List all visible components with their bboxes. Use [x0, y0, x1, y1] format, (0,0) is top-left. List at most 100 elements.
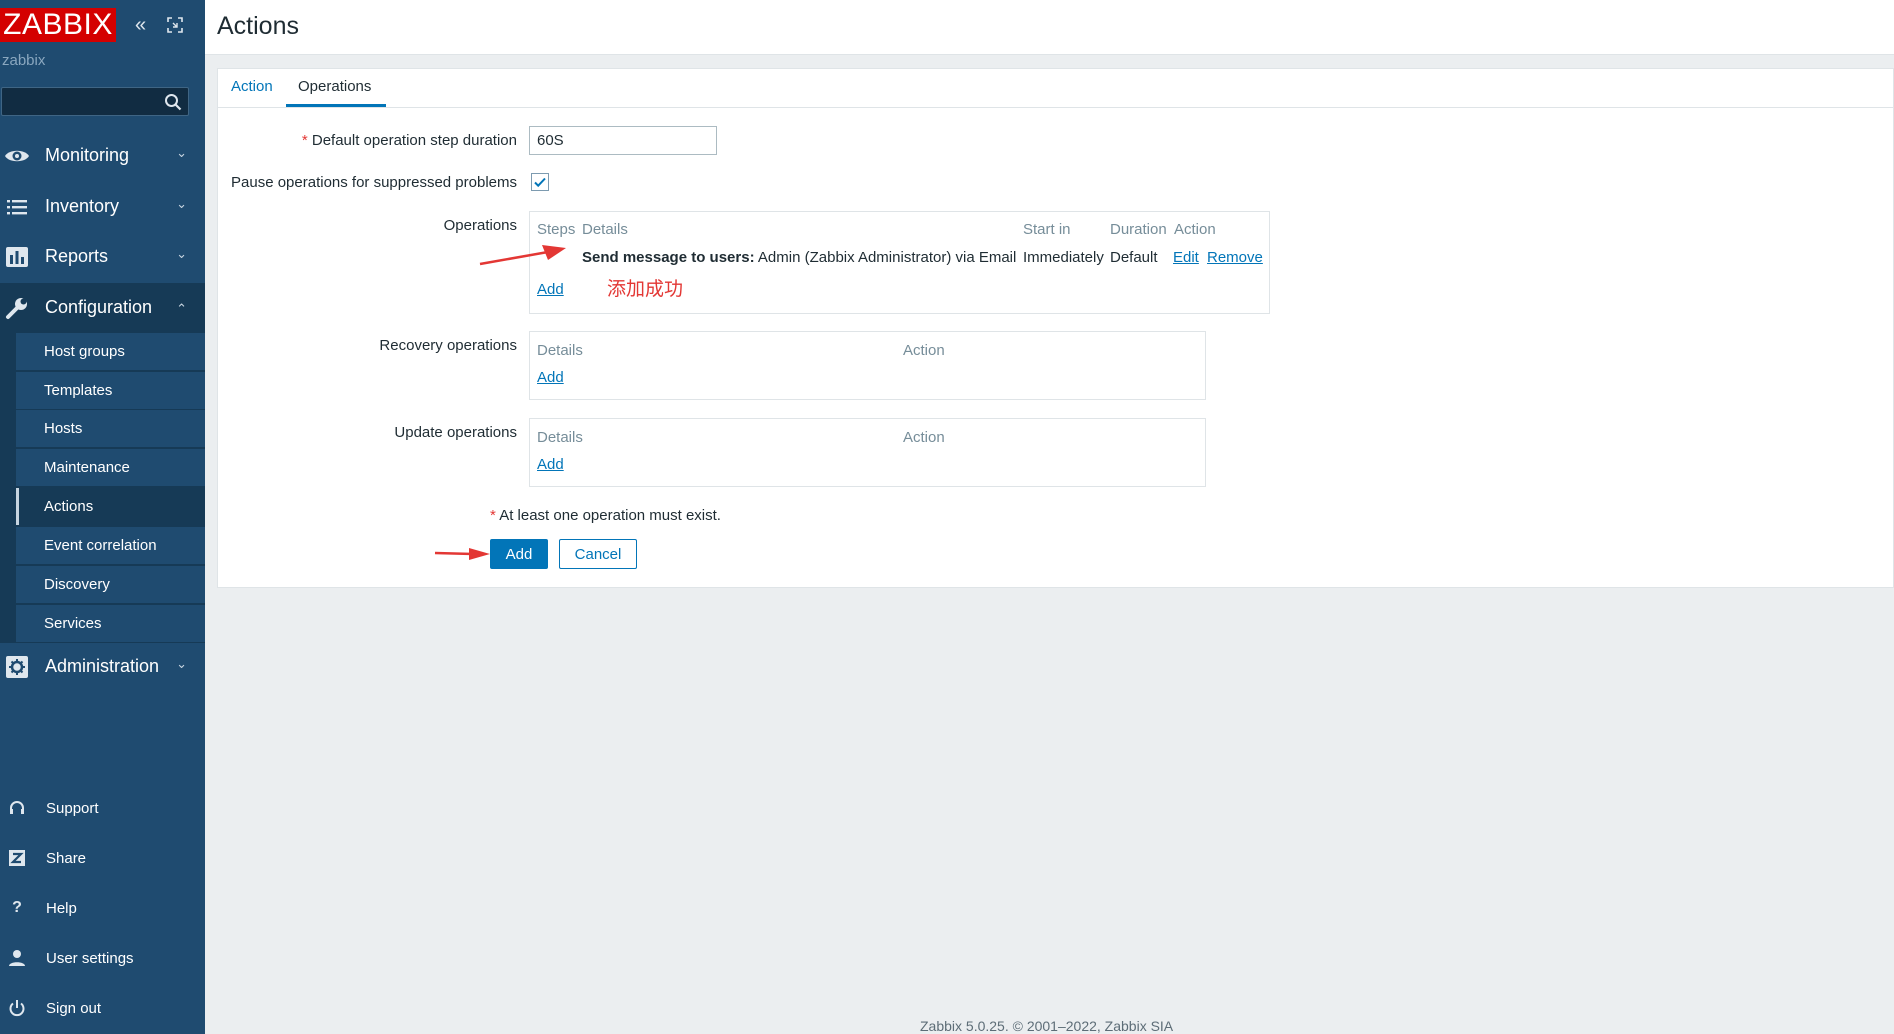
pause-operations-checkbox[interactable]: [531, 173, 549, 191]
collapse-sidebar-icon[interactable]: «: [135, 14, 146, 37]
help-icon: ?: [12, 899, 22, 916]
annotation-arrow-icon: [479, 245, 566, 266]
required-marker: *: [301, 132, 308, 149]
required-hint-text: At least one operation must exist.: [499, 507, 721, 524]
sidebar-search-input[interactable]: [1, 87, 189, 116]
update-operations-table: Details Action Add: [529, 418, 1206, 487]
configuration-submenu: Host groups Templates Hosts Maintenance …: [0, 333, 205, 643]
column-header-details: Details: [582, 221, 628, 238]
menu-administration[interactable]: Administration ⌄: [0, 642, 205, 692]
recovery-operations-label: Recovery operations: [379, 337, 517, 354]
column-header-details: Details: [537, 429, 583, 446]
page-header: Actions: [205, 0, 1894, 55]
submenu-item-services[interactable]: Services: [16, 605, 205, 642]
column-header-action: Action: [903, 429, 945, 446]
add-recovery-operation-link[interactable]: Add: [537, 369, 564, 386]
chevron-down-icon: ⌄: [176, 145, 187, 160]
menu-share[interactable]: Share: [0, 839, 205, 879]
menu-label: Sign out: [46, 1000, 102, 1017]
submenu-label: Host groups: [44, 343, 125, 360]
server-name: zabbix: [2, 52, 46, 69]
tab-operations[interactable]: Operations: [298, 78, 371, 95]
bar-chart-icon: [6, 247, 28, 267]
menu-help[interactable]: ? Help: [0, 889, 205, 929]
menu-user-settings[interactable]: User settings: [0, 939, 205, 979]
submenu-item-templates[interactable]: Templates: [16, 372, 205, 409]
submenu-label: Hosts: [44, 420, 83, 437]
submenu-item-actions[interactable]: Actions: [16, 488, 205, 525]
sidebar: ZABBIX « zabbix Monitoring ⌄ Inventory ⌄…: [0, 0, 205, 1034]
menu-label: Help: [46, 900, 77, 917]
menu-label: Support: [46, 800, 99, 817]
menu-label: Monitoring: [45, 145, 130, 165]
required-hint: * At least one operation must exist.: [490, 507, 721, 524]
add-button[interactable]: Add: [490, 539, 548, 569]
gear-icon: [6, 656, 28, 678]
menu-configuration[interactable]: Configuration ⌃: [0, 283, 205, 333]
checkmark-icon: [534, 177, 546, 188]
submenu-item-maintenance[interactable]: Maintenance: [16, 449, 205, 486]
page-title: Actions: [217, 12, 299, 40]
share-icon: [9, 850, 25, 866]
submenu-item-event-correlation[interactable]: Event correlation: [16, 527, 205, 564]
menu-label: User settings: [46, 950, 134, 967]
wrench-icon: [6, 298, 27, 319]
column-header-action: Action: [903, 342, 945, 359]
step-duration-input[interactable]: [529, 126, 717, 155]
menu-monitoring[interactable]: Monitoring ⌄: [0, 131, 205, 181]
submenu-label: Event correlation: [44, 537, 157, 554]
add-update-operation-link[interactable]: Add: [537, 456, 564, 473]
step-duration-label: * Default operation step duration: [217, 132, 517, 149]
submenu-item-discovery[interactable]: Discovery: [16, 566, 205, 603]
list-icon: [7, 200, 27, 215]
column-header-duration: Duration: [1110, 221, 1167, 238]
operations-label: Operations: [443, 217, 517, 234]
column-header-steps: Steps: [537, 221, 576, 238]
search-icon[interactable]: [164, 93, 182, 111]
column-header-start-in: Start in: [1023, 221, 1071, 238]
menu-label: Reports: [45, 246, 109, 266]
edit-operation-link[interactable]: Edit: [1173, 249, 1199, 266]
menu-support[interactable]: Support: [0, 789, 205, 829]
active-tab-indicator: [286, 104, 386, 107]
submenu-item-host-groups[interactable]: Host groups: [16, 333, 205, 370]
menu-label: Administration: [45, 656, 160, 676]
annotation-arrow-icon: [434, 548, 490, 560]
tab-action[interactable]: Action: [231, 78, 273, 95]
eye-icon: [5, 150, 29, 162]
annotation-text: 添加成功: [607, 279, 684, 300]
recovery-operations-table: Details Action Add: [529, 331, 1206, 400]
menu-sign-out[interactable]: Sign out: [0, 989, 205, 1029]
cancel-button[interactable]: Cancel: [559, 539, 637, 569]
headset-icon: [10, 801, 24, 814]
submenu-label: Services: [44, 615, 102, 632]
power-icon: [9, 1000, 25, 1017]
operation-start-in: Immediately: [1023, 249, 1104, 266]
kiosk-mode-icon[interactable]: [166, 16, 184, 40]
submenu-label: Maintenance: [44, 459, 130, 476]
menu-reports[interactable]: Reports ⌄: [0, 232, 205, 282]
add-operation-link[interactable]: Add: [537, 281, 564, 298]
submenu-label: Templates: [44, 382, 113, 399]
step-duration-label-text: Default operation step duration: [311, 132, 517, 149]
submenu-item-hosts[interactable]: Hosts: [16, 410, 205, 447]
submenu-label: Discovery: [44, 576, 110, 593]
zabbix-logo[interactable]: ZABBIX: [0, 8, 116, 42]
operation-type: Send message to users:: [582, 249, 755, 266]
chevron-down-icon: ⌄: [176, 196, 187, 211]
menu-label: Inventory: [45, 196, 120, 216]
menu-label: Share: [46, 850, 87, 867]
operation-details-text: Admin (Zabbix Administrator) via Email: [757, 249, 1017, 266]
remove-operation-link[interactable]: Remove: [1207, 249, 1263, 266]
menu-inventory[interactable]: Inventory ⌄: [0, 182, 205, 232]
chevron-down-icon: ⌄: [176, 246, 187, 261]
required-marker: *: [490, 507, 496, 524]
user-icon: [9, 950, 25, 966]
chevron-up-icon: ⌃: [176, 301, 187, 316]
footer: Zabbix 5.0.25. © 2001–2022, Zabbix SIA: [920, 1018, 1174, 1034]
column-header-action: Action: [1174, 221, 1216, 238]
operation-duration: Default: [1110, 249, 1158, 266]
pause-operations-label: Pause operations for suppressed problems: [231, 174, 517, 191]
operation-details: Send message to users: Admin (Zabbix Adm…: [582, 249, 1016, 266]
update-operations-label: Update operations: [394, 424, 517, 441]
